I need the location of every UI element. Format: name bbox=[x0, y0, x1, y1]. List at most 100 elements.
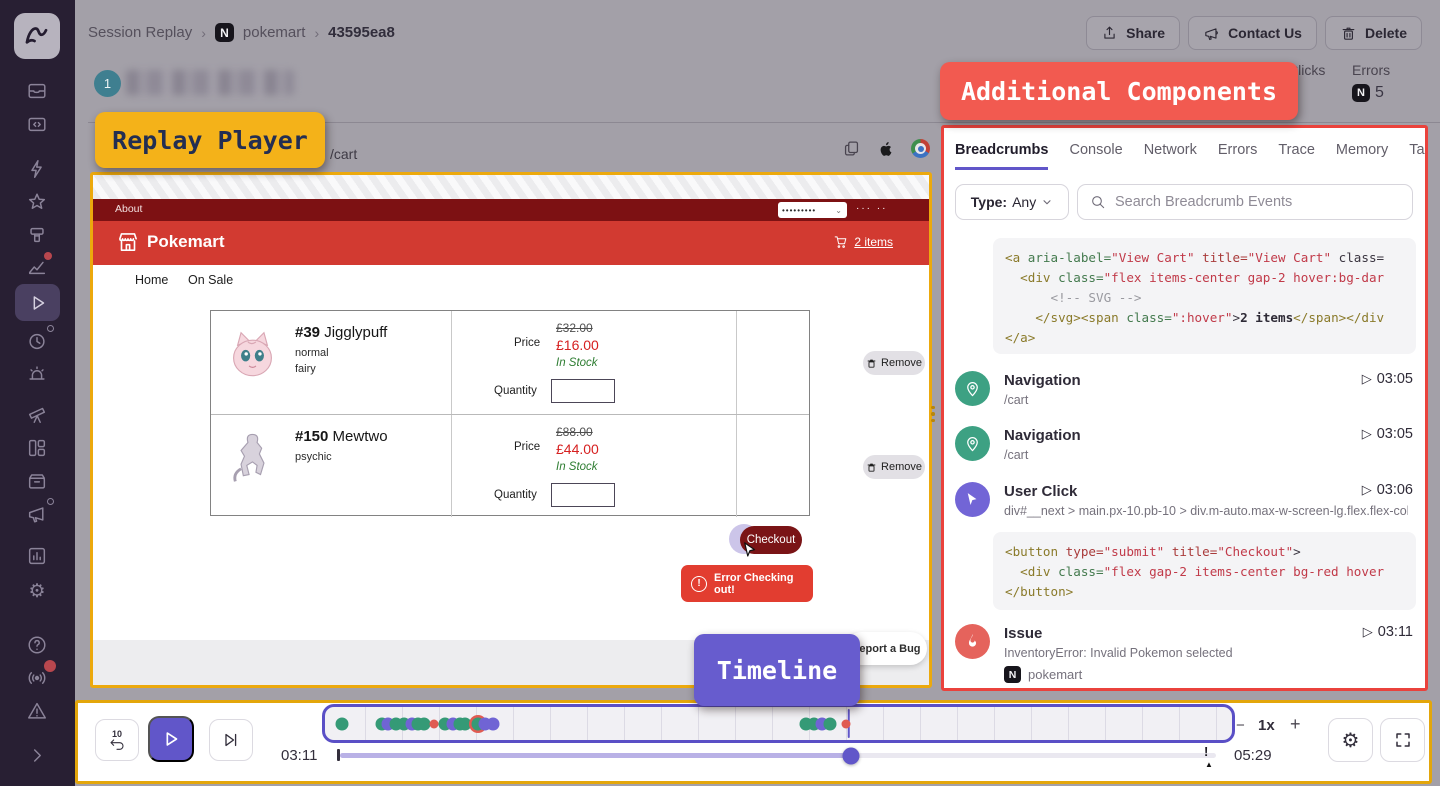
code-folder-icon bbox=[26, 113, 48, 135]
fullscreen-button[interactable] bbox=[1380, 718, 1425, 762]
tab-tags[interactable]: Tags bbox=[1409, 142, 1425, 170]
progress-bar[interactable] bbox=[340, 753, 1216, 758]
timeline-scrubber[interactable] bbox=[322, 704, 1235, 743]
apple-icon bbox=[877, 140, 895, 158]
tab-console[interactable]: Console bbox=[1069, 142, 1122, 170]
sidebar-item-help[interactable] bbox=[26, 634, 48, 656]
timeline-event-dot[interactable] bbox=[486, 717, 499, 730]
viewport-overflow-stripes bbox=[93, 175, 929, 199]
sidebar-item-discover[interactable] bbox=[26, 403, 48, 425]
fullscreen-icon bbox=[1394, 731, 1412, 749]
sidebar-item-session-replay-active[interactable] bbox=[15, 284, 60, 321]
panel-tabs: Breadcrumbs Console Network Errors Trace… bbox=[955, 142, 1425, 170]
tab-memory[interactable]: Memory bbox=[1336, 142, 1388, 170]
sidebar-item-sessions[interactable] bbox=[26, 80, 48, 102]
sidebar-expand-button[interactable] bbox=[26, 744, 48, 766]
contact-us-button[interactable]: Contact Us bbox=[1188, 16, 1317, 50]
sidebar-item-archive[interactable] bbox=[26, 470, 48, 492]
panel-resize-handle[interactable] bbox=[930, 401, 936, 427]
app-logo[interactable] bbox=[14, 13, 60, 59]
dev-tools-panel: Breadcrumbs Console Network Errors Trace… bbox=[941, 125, 1428, 691]
trash-icon bbox=[866, 462, 877, 473]
tab-breadcrumbs[interactable]: Breadcrumbs bbox=[955, 142, 1048, 170]
progress-end-marker: ! bbox=[1204, 744, 1208, 759]
timeline-event-dot[interactable] bbox=[336, 717, 349, 730]
sidebar-item-code[interactable] bbox=[26, 113, 48, 135]
speed-decrease-button[interactable]: − bbox=[1236, 717, 1245, 734]
timeline-event-dot[interactable] bbox=[430, 719, 439, 728]
sidebar-item-history[interactable] bbox=[26, 330, 48, 352]
play-button[interactable] bbox=[148, 716, 194, 762]
share-button[interactable]: Share bbox=[1086, 16, 1180, 50]
history-badge bbox=[47, 325, 54, 332]
sidebar-item-analytics[interactable] bbox=[26, 545, 48, 567]
player-controls-bar: 10 03:11 ! ▲ − 1x + 05:29 ⚙ bbox=[75, 700, 1432, 784]
copy-icon[interactable] bbox=[842, 139, 861, 158]
telescope-icon bbox=[26, 403, 48, 425]
sidebar-item-events[interactable] bbox=[26, 158, 48, 180]
rewind-10-icon: 10 bbox=[112, 730, 122, 738]
stock-status: In Stock bbox=[556, 357, 598, 369]
sidebar-item-alerts[interactable] bbox=[26, 363, 48, 385]
timeline-event-dot[interactable] bbox=[823, 717, 836, 730]
chevron-down-icon bbox=[1041, 196, 1053, 208]
dom-snippet-checkout: <button type="submit" title="Checkout"> … bbox=[993, 532, 1416, 610]
live-notification-dot bbox=[44, 660, 56, 672]
sidebar-item-metrics[interactable] bbox=[26, 256, 48, 278]
tab-network[interactable]: Network bbox=[1144, 142, 1197, 170]
play-marker-icon: ▷ bbox=[1363, 624, 1373, 640]
chevron-separator-icon: › bbox=[201, 25, 206, 41]
tab-trace[interactable]: Trace bbox=[1278, 142, 1315, 170]
search-input[interactable] bbox=[1115, 194, 1400, 210]
password-dots: ••••••••• bbox=[782, 206, 816, 215]
app-screen: ⚙ Session Replay › N pokemart › 43595ea8… bbox=[0, 0, 1440, 786]
total-time: 05:29 bbox=[1234, 747, 1272, 764]
breadcrumb-project[interactable]: pokemart bbox=[243, 24, 306, 41]
site-nav-on-sale: On Sale bbox=[188, 273, 233, 287]
type-filter-value: Any bbox=[1012, 194, 1036, 210]
breadcrumb-search[interactable] bbox=[1077, 184, 1413, 220]
top-header: Session Replay › N pokemart › 43595ea8 S… bbox=[75, 0, 1440, 60]
progress-handle[interactable] bbox=[842, 747, 859, 764]
chevron-right-icon bbox=[26, 744, 48, 766]
timeline-event-dot[interactable] bbox=[458, 717, 471, 730]
sidebar-item-funnels[interactable] bbox=[26, 224, 48, 246]
sidebar-item-favorites[interactable] bbox=[26, 191, 48, 213]
help-icon bbox=[26, 634, 48, 656]
speed-increase-button[interactable]: + bbox=[1290, 714, 1301, 735]
delete-button[interactable]: Delete bbox=[1325, 16, 1422, 50]
jigglypuff-image bbox=[225, 327, 280, 382]
original-price: £88.00 bbox=[556, 425, 593, 439]
timeline-event-dot[interactable] bbox=[841, 719, 850, 728]
sidebar-item-issues[interactable] bbox=[26, 700, 48, 722]
replay-player-viewport[interactable]: About ••••••••• ⌄ ··· ·· Pokemart 2 item… bbox=[90, 172, 932, 688]
sidebar-item-live[interactable] bbox=[26, 667, 48, 689]
mewtwo-image bbox=[225, 431, 280, 486]
column-divider bbox=[736, 415, 737, 517]
quantity-label: Quantity bbox=[494, 489, 537, 501]
tab-errors[interactable]: Errors bbox=[1218, 142, 1257, 170]
bar-chart-icon bbox=[26, 545, 48, 567]
megaphone-icon bbox=[1203, 25, 1220, 42]
sidebar-item-dashboards[interactable] bbox=[26, 437, 48, 459]
player-settings-button[interactable]: ⚙ bbox=[1328, 718, 1373, 762]
flash-icon bbox=[26, 224, 48, 246]
cart-items-count: 2 items bbox=[854, 235, 893, 249]
event-row-navigation[interactable]: Navigation /cart ▷03:05 bbox=[955, 424, 1416, 472]
chrome-icon bbox=[911, 139, 930, 158]
exclamation-circle-icon: ! bbox=[691, 576, 707, 592]
quantity-input bbox=[551, 483, 615, 507]
cursor-click-icon bbox=[955, 482, 990, 517]
rewind-10-button[interactable]: 10 bbox=[95, 719, 139, 761]
search-icon bbox=[1090, 194, 1106, 210]
sidebar-item-announcements[interactable] bbox=[26, 503, 48, 525]
event-row-user-click[interactable]: User Click div#__next > main.px-10.pb-10… bbox=[955, 480, 1416, 528]
type-filter-dropdown[interactable]: Type: Any bbox=[955, 184, 1069, 220]
event-row-issue[interactable]: Issue InventoryError: Invalid Pokemon se… bbox=[955, 622, 1416, 686]
remove-button: Remove bbox=[863, 351, 925, 375]
event-row-navigation[interactable]: Navigation /cart ▷03:05 bbox=[955, 369, 1416, 417]
sidebar-item-settings[interactable]: ⚙ bbox=[26, 580, 48, 602]
remove-button: Remove bbox=[863, 455, 925, 479]
breadcrumb-root[interactable]: Session Replay bbox=[88, 24, 192, 41]
skip-next-button[interactable] bbox=[209, 719, 253, 761]
